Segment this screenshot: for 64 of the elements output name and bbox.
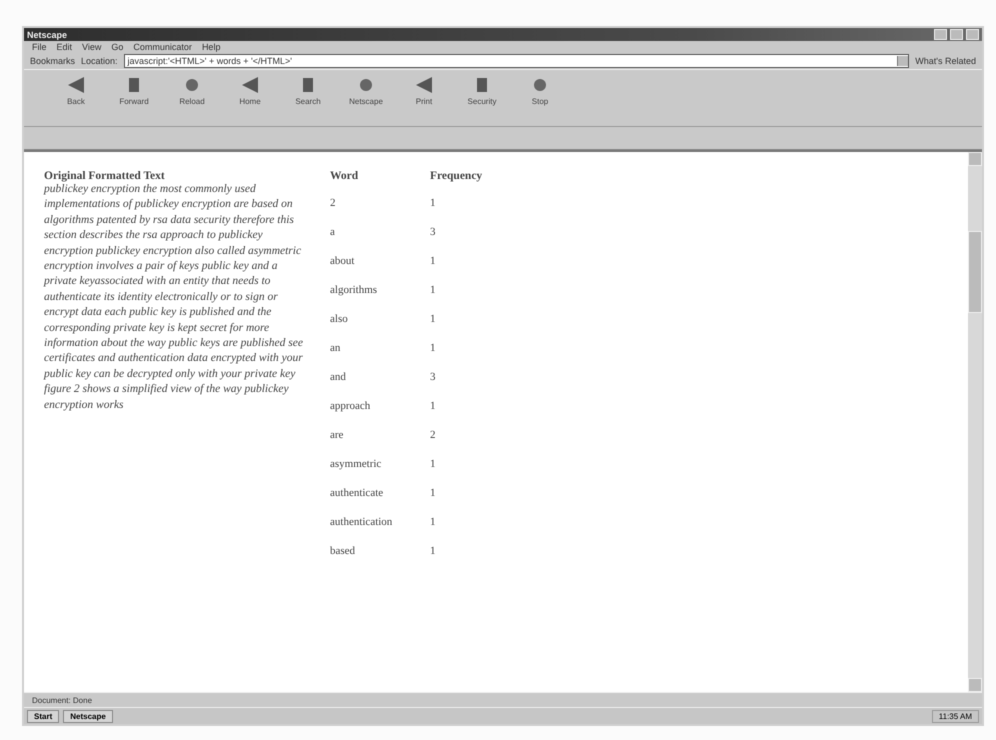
table-cell-text: 2	[330, 197, 336, 209]
bookmarks-button[interactable]: Bookmarks	[30, 56, 76, 66]
toolbar-icon	[415, 76, 433, 94]
toolbar-icon	[183, 76, 201, 94]
table-cell-text: 1	[430, 516, 436, 528]
location-field[interactable]: javascript:'<HTML>' + words + '</HTML>'	[124, 54, 910, 68]
table-cell-text: are	[330, 429, 344, 441]
maximize-button[interactable]	[950, 29, 963, 40]
table-cell-text: 1	[430, 342, 436, 354]
window-title: Netscape	[27, 30, 68, 40]
table-cell-text: 1	[430, 313, 436, 325]
scrollbar[interactable]	[968, 152, 982, 692]
table-cell-text: 1	[430, 400, 436, 412]
taskbar-button[interactable]: Netscape	[63, 710, 113, 722]
menu-item[interactable]: Edit	[56, 42, 72, 52]
toolbar-button[interactable]: Security	[460, 76, 504, 106]
toolbar-button[interactable]: Home	[228, 76, 272, 106]
menu-item[interactable]: File	[32, 42, 47, 52]
toolbar-icon	[531, 76, 549, 94]
table-cell-text: 1	[430, 487, 436, 499]
toolbar-button[interactable]: Stop	[518, 76, 562, 106]
table-cell-text: 1	[430, 284, 436, 296]
location-label: Location:	[81, 56, 118, 66]
toolbar-button[interactable]: Search	[286, 76, 330, 106]
minimize-button[interactable]	[934, 29, 947, 40]
table-cell-text: 1	[430, 197, 436, 209]
related-button[interactable]: What's Related	[915, 56, 976, 66]
text-heading: Original Formatted Text	[44, 170, 166, 182]
menu-item[interactable]: Communicator	[133, 42, 192, 52]
table-cell-text: an	[330, 342, 342, 354]
table-cell-text: 1	[430, 545, 436, 557]
table-cell-text: a	[330, 226, 336, 238]
table-cell-text: about	[330, 255, 356, 267]
table-cell-text: and	[330, 371, 347, 383]
table-cell-text: 2	[430, 429, 436, 441]
table-cell-text: authenticate	[330, 487, 384, 499]
text-paragraph: publickey encryption the most commonly used implementations of publickey encryption are based on algorithms patented by rsa data security therefore this section describes the rsa approach to publickey encryption publickey encryption also called asymmetric encryption involves a pair of keys public key and a private keyassociated with an entity that needs to authenticate its identity electronically or to sign or encrypt data each public key is published and the corresponding private key is kept secret for more information about the way public keys are published see certificates and authentication data encrypted with your public key can be decrypted only with your private key figure 2 shows a simplified view of the way publickey encryption works	[44, 182, 304, 413]
toolbar-button[interactable]: Netscape	[344, 76, 388, 106]
menu-item[interactable]: Help	[202, 42, 220, 52]
table-cell-text: 1	[430, 458, 436, 470]
table-cell-text: also	[330, 313, 349, 325]
table-cell-text: based	[330, 545, 356, 557]
column-header: Frequency	[430, 170, 484, 182]
toolbar-button[interactable]: Print	[402, 76, 446, 106]
table-cell-text: approach	[330, 400, 372, 412]
table-cell-text: algorithms	[330, 284, 378, 296]
column-header: Word	[330, 170, 360, 182]
table-cell-text: 3	[430, 226, 436, 238]
table-cell-text: 1	[430, 255, 436, 267]
toolbar-button[interactable]: Forward	[112, 76, 156, 106]
toolbar-icon	[357, 76, 375, 94]
close-button[interactable]	[966, 29, 979, 40]
toolbar-button[interactable]: Reload	[170, 76, 214, 106]
table-cell-text: authentication	[330, 516, 394, 528]
menu-item[interactable]: View	[82, 42, 102, 52]
status-text: Document: Done	[32, 696, 92, 704]
menu-item[interactable]: Go	[111, 42, 124, 52]
toolbar-icon	[241, 76, 259, 94]
toolbar-icon	[67, 76, 85, 94]
table-cell-text: 3	[430, 371, 436, 383]
clock: 11:35 AM	[932, 710, 979, 722]
toolbar-button[interactable]: Back	[54, 76, 98, 106]
start-button[interactable]: Start	[27, 710, 60, 722]
table-cell-text: asymmetric	[330, 458, 382, 470]
